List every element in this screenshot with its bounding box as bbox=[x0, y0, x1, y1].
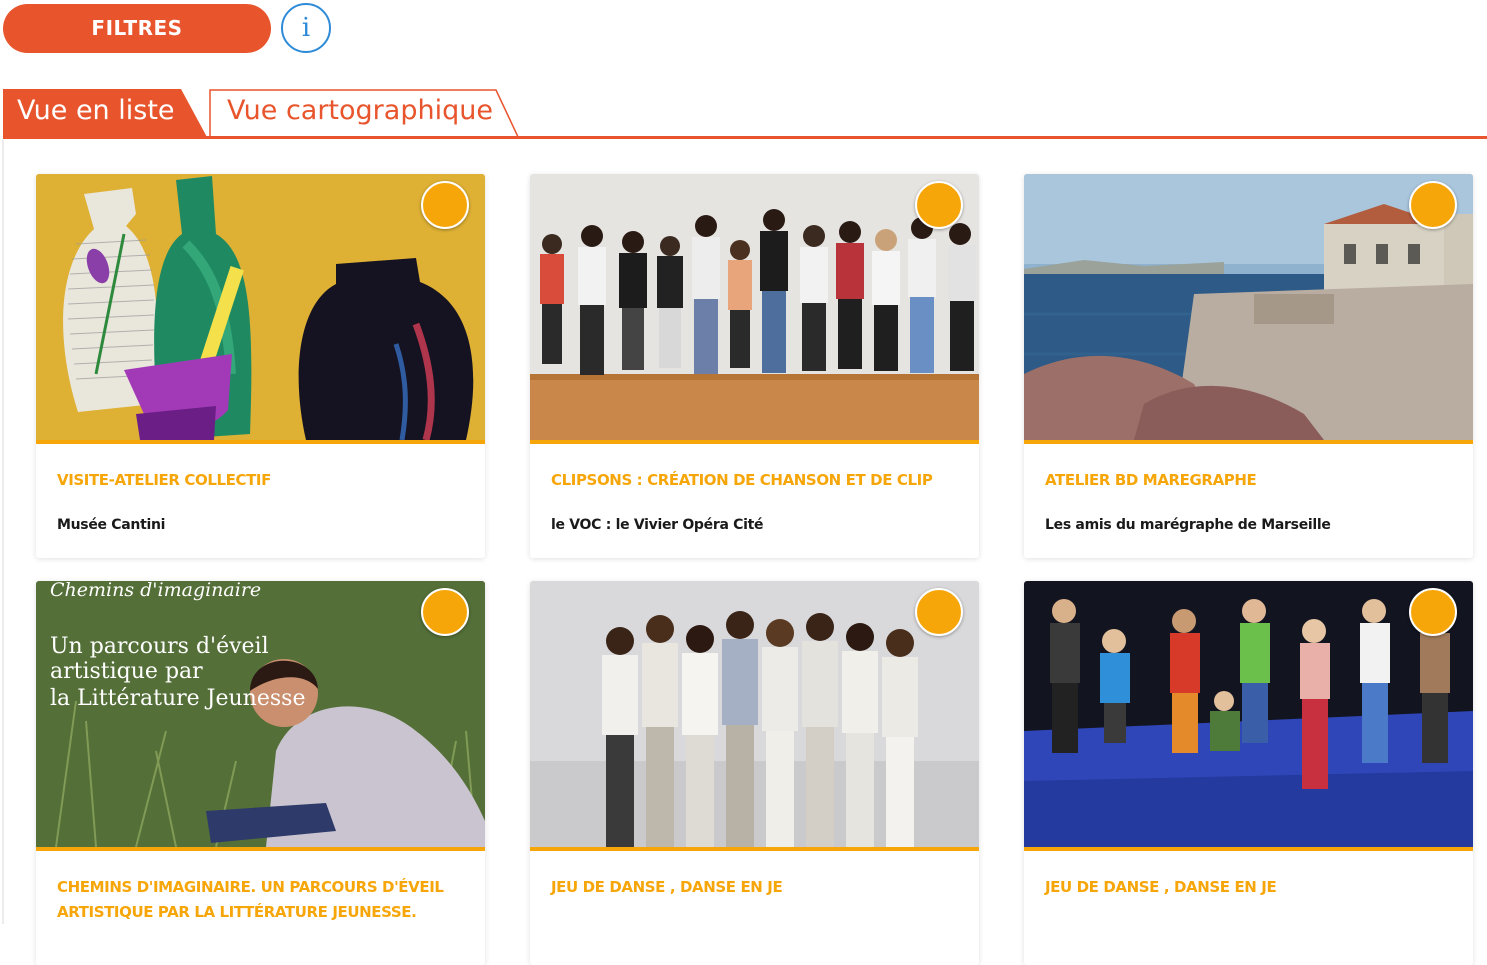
card-accent-stripe bbox=[36, 847, 485, 851]
svg-text:artistique par: artistique par bbox=[50, 659, 203, 684]
activity-card[interactable]: JEU DE DANSE , DANSE EN JE bbox=[1024, 581, 1473, 965]
card-accent-stripe bbox=[1024, 440, 1473, 444]
svg-text:Un parcours d'éveil: Un parcours d'éveil bbox=[50, 634, 269, 659]
card-image: Chemins d'imaginaire Un parcours d'éveil… bbox=[36, 581, 485, 847]
card-accent-stripe bbox=[530, 440, 979, 444]
card-image bbox=[1024, 174, 1473, 440]
status-dot bbox=[1409, 588, 1457, 636]
card-title: JEU DE DANSE , DANSE EN JE bbox=[1045, 878, 1277, 896]
top-bar: FILTRES i bbox=[3, 3, 331, 53]
card-image bbox=[1024, 581, 1473, 847]
status-dot bbox=[915, 588, 963, 636]
card-image bbox=[530, 174, 979, 440]
filters-button[interactable]: FILTRES bbox=[3, 3, 271, 53]
svg-text:la Littérature Jeunesse: la Littérature Jeunesse bbox=[50, 686, 305, 711]
card-title: CHEMINS D'IMAGINAIRE. UN PARCOURS D'ÉVEI… bbox=[57, 878, 444, 921]
activity-card[interactable]: Chemins d'imaginaire Un parcours d'éveil… bbox=[36, 581, 485, 965]
activity-card[interactable]: VISITE-ATELIER COLLECTIF Musée Cantini bbox=[36, 174, 485, 558]
tab-map-view-label: Vue cartographique bbox=[227, 95, 493, 126]
card-accent-stripe bbox=[530, 847, 979, 851]
status-dot bbox=[1409, 181, 1457, 229]
card-title: CLIPSONS : CRÉATION DE CHANSON ET DE CLI… bbox=[551, 471, 933, 489]
card-subtitle: le VOC : le Vivier Opéra Cité bbox=[551, 517, 764, 533]
status-dot bbox=[421, 181, 469, 229]
tab-list-view[interactable]: Vue en liste bbox=[3, 89, 208, 139]
activity-card[interactable]: JEU DE DANSE , DANSE EN JE bbox=[530, 581, 979, 965]
content-frame-edge bbox=[2, 140, 4, 924]
card-accent-stripe bbox=[1024, 847, 1473, 851]
card-image bbox=[36, 174, 485, 440]
info-icon[interactable]: i bbox=[281, 3, 331, 53]
card-title: JEU DE DANSE , DANSE EN JE bbox=[551, 878, 783, 896]
activity-card[interactable]: CLIPSONS : CRÉATION DE CHANSON ET DE CLI… bbox=[530, 174, 979, 558]
view-tabs: Vue en liste Vue cartographique bbox=[3, 89, 1487, 139]
status-dot bbox=[421, 588, 469, 636]
card-title: VISITE-ATELIER COLLECTIF bbox=[57, 471, 271, 489]
card-subtitle: Musée Cantini bbox=[57, 517, 166, 533]
card-title: ATELIER BD MAREGRAPHE bbox=[1045, 471, 1257, 489]
card-accent-stripe bbox=[36, 440, 485, 444]
status-dot bbox=[915, 181, 963, 229]
card-image bbox=[530, 581, 979, 847]
svg-text:Chemins d'imaginaire: Chemins d'imaginaire bbox=[50, 581, 261, 601]
tab-map-view[interactable]: Vue cartographique bbox=[209, 89, 519, 139]
card-subtitle: Les amis du marégraphe de Marseille bbox=[1045, 517, 1331, 533]
activity-card[interactable]: ATELIER BD MAREGRAPHE Les amis du marégr… bbox=[1024, 174, 1473, 558]
